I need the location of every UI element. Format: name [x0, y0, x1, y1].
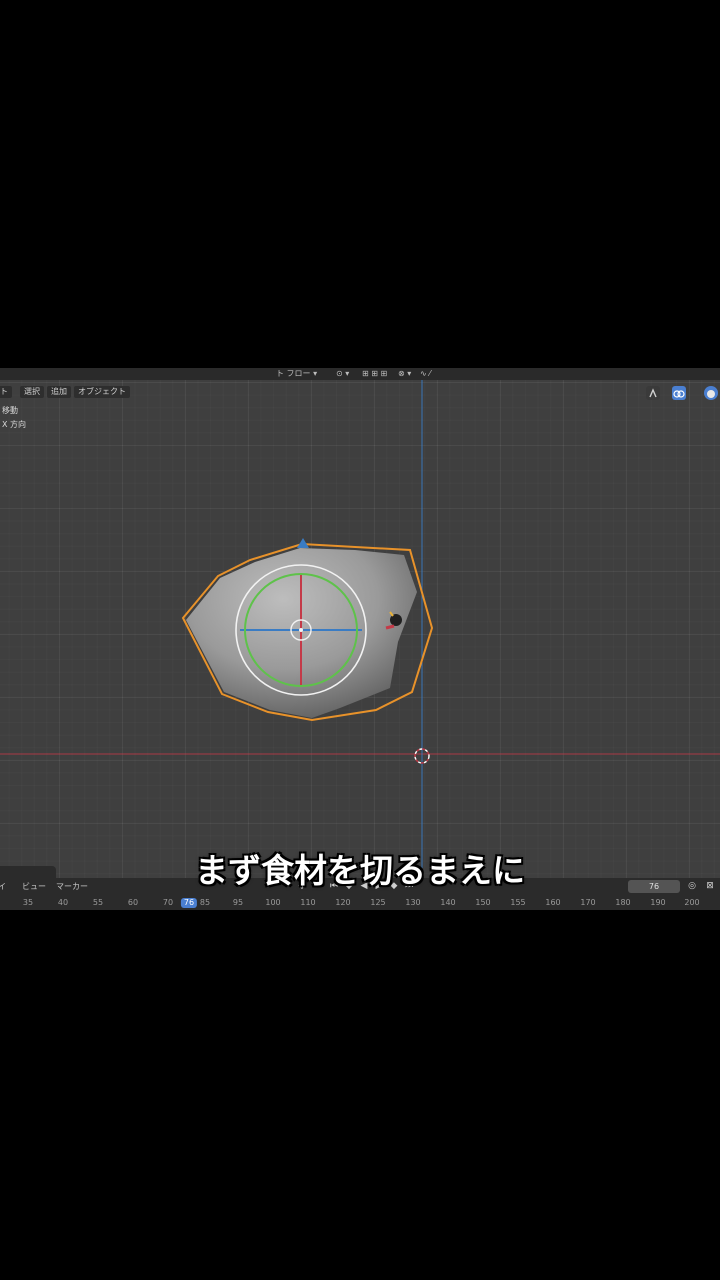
snap-dropdown[interactable]: ⊙ ▾ — [336, 369, 349, 379]
ruler-tick: 140 — [440, 898, 456, 907]
ruler-tick: 160 — [545, 898, 561, 907]
pivot-dropdown[interactable]: ト フロー ▾ — [276, 369, 317, 379]
ruler-tick: 190 — [650, 898, 666, 907]
ruler-tick: 125 — [370, 898, 386, 907]
ruler-tick: 170 — [580, 898, 596, 907]
ruler-tick: 120 — [335, 898, 351, 907]
falloff-dropdown[interactable]: ⊗ ▾ — [398, 369, 411, 379]
viewport-scene — [0, 380, 720, 878]
ruler-tick: 40 — [57, 898, 69, 907]
ruler-tick: 150 — [475, 898, 491, 907]
proportional-buttons[interactable]: ⊞ ⊞ ⊞ — [362, 369, 387, 379]
ruler-tick: 70 — [162, 898, 174, 907]
ruler-tick: 130 — [405, 898, 421, 907]
ruler-tick: 55 — [92, 898, 104, 907]
ruler-tick: 95 — [232, 898, 244, 907]
pivot-dot — [299, 628, 303, 632]
curve-icon[interactable]: ∿ ⁄ — [420, 369, 431, 379]
subtitle-caption: まず食材を切るまえに — [195, 851, 525, 890]
blender-window: ト フロー ▾ ⊙ ▾ ⊞ ⊞ ⊞ ⊗ ▾ ∿ ⁄ ト 選択 追加 オブジェクト… — [0, 368, 720, 910]
ruler-tick: 60 — [127, 898, 139, 907]
ruler-tick: 155 — [510, 898, 526, 907]
axis-arrow-up — [297, 538, 309, 548]
ruler-tick: 200 — [684, 898, 700, 907]
bottom-letterbox — [0, 910, 720, 1280]
ruler-tick: 85 — [199, 898, 211, 907]
ruler-tick: 35 — [22, 898, 34, 907]
ruler-tick: 110 — [300, 898, 316, 907]
3d-viewport[interactable]: ト 選択 追加 オブジェクト 移動 X 方向 — [0, 380, 720, 886]
ruler-tick: 100 — [265, 898, 281, 907]
top-toolbar: ト フロー ▾ ⊙ ▾ ⊞ ⊞ ⊞ ⊗ ▾ ∿ ⁄ — [0, 368, 720, 380]
ruler-tick: 180 — [615, 898, 631, 907]
ruler-current-frame[interactable]: 76 — [180, 898, 198, 908]
top-letterbox — [0, 0, 720, 368]
